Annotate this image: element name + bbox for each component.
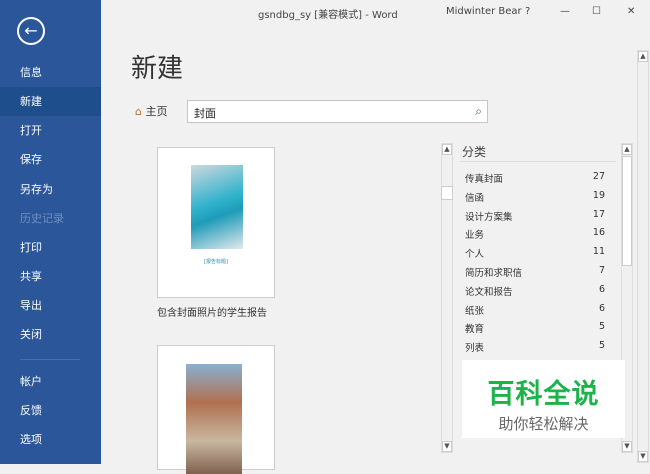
category-count: 27 (592, 171, 605, 182)
category-item[interactable]: 个人 11 (465, 246, 605, 260)
backstage-sidebar: ← 信息 新建 打开 保存 另存为历史记录打印 共享 导出 关闭帐户 反馈 选项 (0, 0, 101, 464)
sidebar-item[interactable]: 信息 (0, 58, 101, 87)
category-count: 7 (598, 265, 605, 276)
sidebar-item[interactable]: 打印 (0, 233, 101, 262)
home-label: 主页 (145, 105, 168, 118)
template-card[interactable]: [报告标题] (157, 147, 275, 298)
search-input[interactable]: 封面 ⌕ (187, 100, 488, 123)
category-item[interactable]: 业务 16 (465, 227, 605, 241)
page-scrollbar[interactable]: ▲ ▼ (637, 50, 649, 463)
categories-header: 分类 (462, 145, 487, 159)
category-name: 设计方案集 (465, 211, 513, 223)
category-name: 信函 (465, 192, 485, 204)
category-name: 个人 (465, 249, 485, 261)
category-name: 论文和报告 (465, 286, 513, 298)
category-name: 业务 (465, 230, 485, 242)
close-button[interactable]: ✕ (627, 6, 635, 17)
home-link[interactable]: ⌂ 主页 (135, 103, 167, 119)
help-button[interactable]: ? (525, 6, 530, 17)
watermark: 百科全说 助你轻松解决 (462, 360, 625, 438)
user-name[interactable]: Midwinter Bear (446, 6, 522, 17)
sidebar-item[interactable]: 新建 (0, 87, 101, 116)
category-item[interactable]: 教育 5 (465, 321, 605, 335)
sidebar-item: 历史记录 (20, 212, 64, 225)
thumbnail-title: [报告标题] (204, 259, 228, 265)
home-icon: ⌂ (135, 105, 142, 118)
category-count: 11 (592, 246, 605, 258)
category-item[interactable]: 信函 19 (465, 190, 605, 204)
category-count: 17 (592, 208, 605, 220)
sidebar-item[interactable]: 保存 (0, 145, 101, 174)
sidebar-item[interactable]: 帐户 (0, 367, 101, 396)
window-title: gsndbg_sy [兼容模式] - Word (258, 10, 398, 21)
watermark-subtitle: 助你轻松解决 (498, 415, 589, 433)
category-item[interactable]: 列表 5 (465, 340, 605, 354)
back-button[interactable]: ← (17, 17, 45, 45)
sidebar-item[interactable]: 另存为 (0, 175, 101, 204)
category-count: 5 (598, 340, 605, 352)
search-icon[interactable]: ⌕ (475, 104, 482, 119)
category-count: 6 (598, 302, 605, 314)
template-thumbnail (191, 165, 243, 249)
category-item[interactable]: 论文和报告 6 (465, 284, 605, 298)
category-name: 简历和求职信 (465, 268, 523, 279)
category-item[interactable]: 纸张 6 (465, 303, 605, 317)
category-name: 教育 (465, 324, 485, 336)
category-name: 传真封面 (465, 174, 504, 185)
sidebar-item[interactable]: 反馈 (0, 396, 101, 425)
category-name: 列表 (465, 343, 485, 355)
template-caption: 包含封面照片的学生报告 (157, 308, 267, 319)
maximize-button[interactable]: ☐ (592, 6, 601, 17)
category-count: 19 (592, 189, 605, 201)
watermark-title: 百科全说 (487, 379, 600, 410)
category-count: 6 (598, 283, 605, 295)
category-item[interactable]: 设计方案集 17 (465, 209, 605, 223)
sidebar-item[interactable]: 打开 (0, 116, 101, 145)
category-count: 16 (592, 227, 605, 239)
sidebar-item[interactable]: 关闭 (0, 320, 101, 349)
category-item[interactable]: 简历和求职信 7 (465, 265, 605, 279)
page-title: 新建 (131, 54, 184, 84)
gallery-scrollbar[interactable]: ▲ ▼ (441, 143, 453, 453)
search-value: 封面 (194, 107, 216, 120)
category-name: 纸张 (465, 305, 485, 317)
sidebar-item[interactable]: 导出 (0, 291, 101, 320)
categories-divider (460, 161, 616, 162)
category-item[interactable]: 传真封面 27 (465, 171, 605, 185)
minimize-button[interactable]: — (560, 6, 570, 17)
template-thumbnail (186, 364, 242, 474)
category-count: 5 (598, 321, 605, 333)
sidebar-item[interactable]: 选项 (0, 425, 101, 454)
template-card[interactable] (157, 345, 275, 474)
sidebar-item[interactable]: 共享 (0, 262, 101, 291)
sidebar-divider (20, 359, 80, 360)
